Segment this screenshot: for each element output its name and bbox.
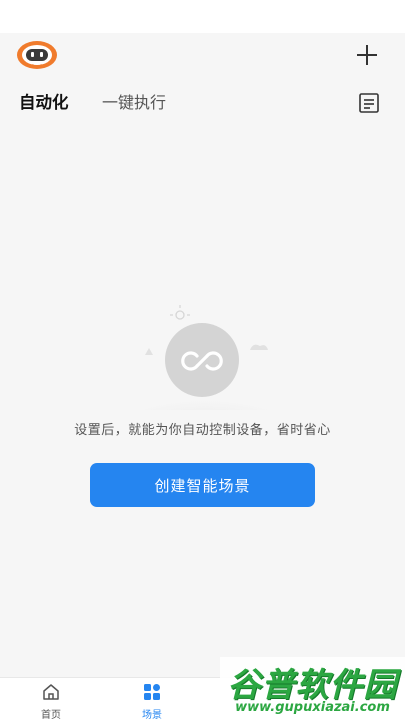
create-scene-button[interactable]: 创建智能场景 <box>90 463 315 507</box>
empty-state-illustration <box>110 300 300 448</box>
tab-one-click[interactable]: 一键执行 <box>102 91 166 115</box>
watermark: 谷普软件园 www.gupuxiazai.com <box>220 657 405 720</box>
plus-icon[interactable] <box>352 40 382 70</box>
scene-grid-icon <box>142 682 162 702</box>
document-list-icon[interactable] <box>357 91 381 115</box>
watermark-url: www.gupuxiazai.com <box>235 700 390 715</box>
empty-state-message: 设置后，就能为你自动控制设备，省时省心 <box>74 423 331 438</box>
tab-automation[interactable]: 自动化 <box>19 91 69 115</box>
nav-label-scene: 场景 <box>142 710 162 721</box>
home-icon <box>41 682 61 702</box>
sun-icon <box>170 305 190 320</box>
nav-item-scene[interactable]: 场景 <box>122 678 182 721</box>
nav-item-home[interactable]: 首页 <box>21 678 81 721</box>
watermark-title: 谷普软件园 <box>227 665 398 704</box>
robot-avatar-icon[interactable] <box>15 40 59 70</box>
status-bar <box>0 0 405 33</box>
nav-label-home: 首页 <box>41 710 61 721</box>
